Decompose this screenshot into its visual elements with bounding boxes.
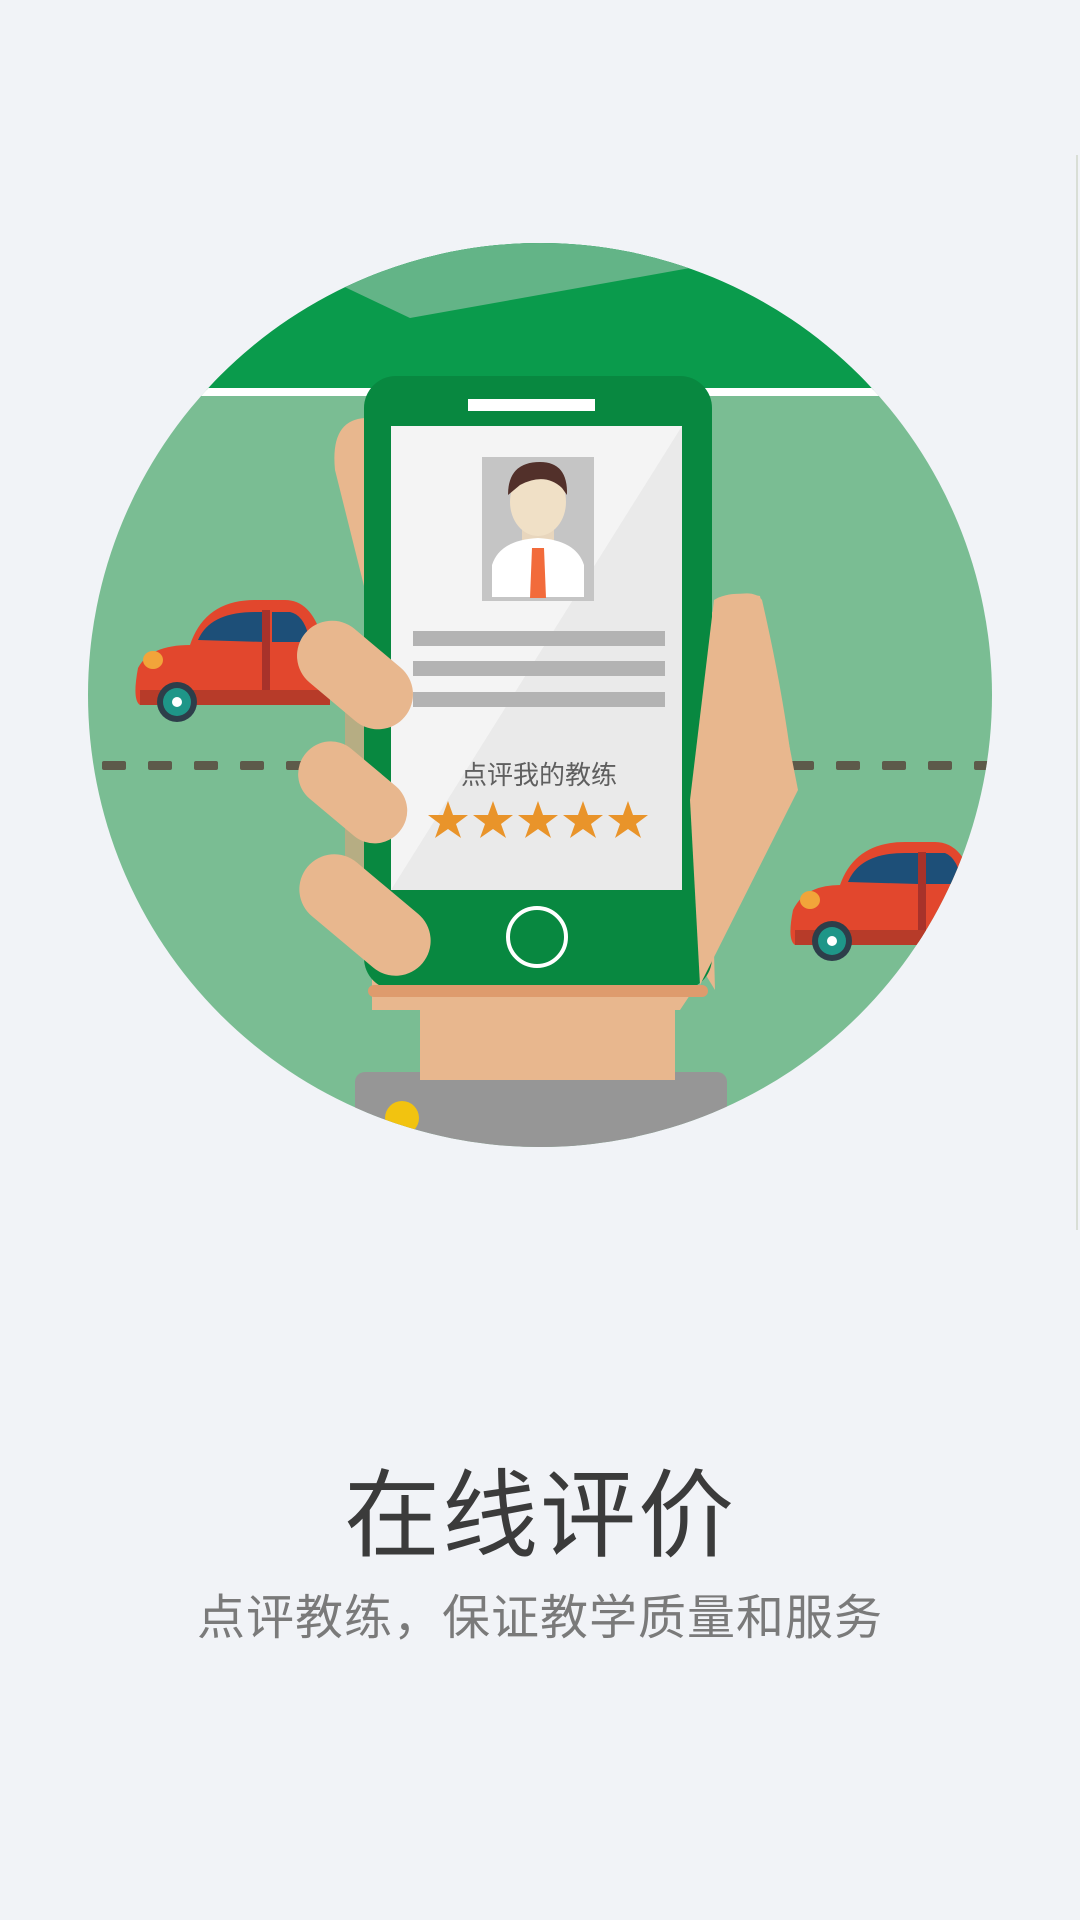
phone-icon: 点评我的教练	[364, 376, 712, 997]
phone-card-caption: 点评我的教练	[461, 761, 617, 791]
page-subtitle: 点评教练，保证教学质量和服务	[196, 1590, 883, 1646]
online-review-illustration: 点评我的教练	[88, 243, 992, 1147]
page-title: 在线评价	[344, 1460, 736, 1572]
coach-avatar-icon	[482, 457, 594, 601]
